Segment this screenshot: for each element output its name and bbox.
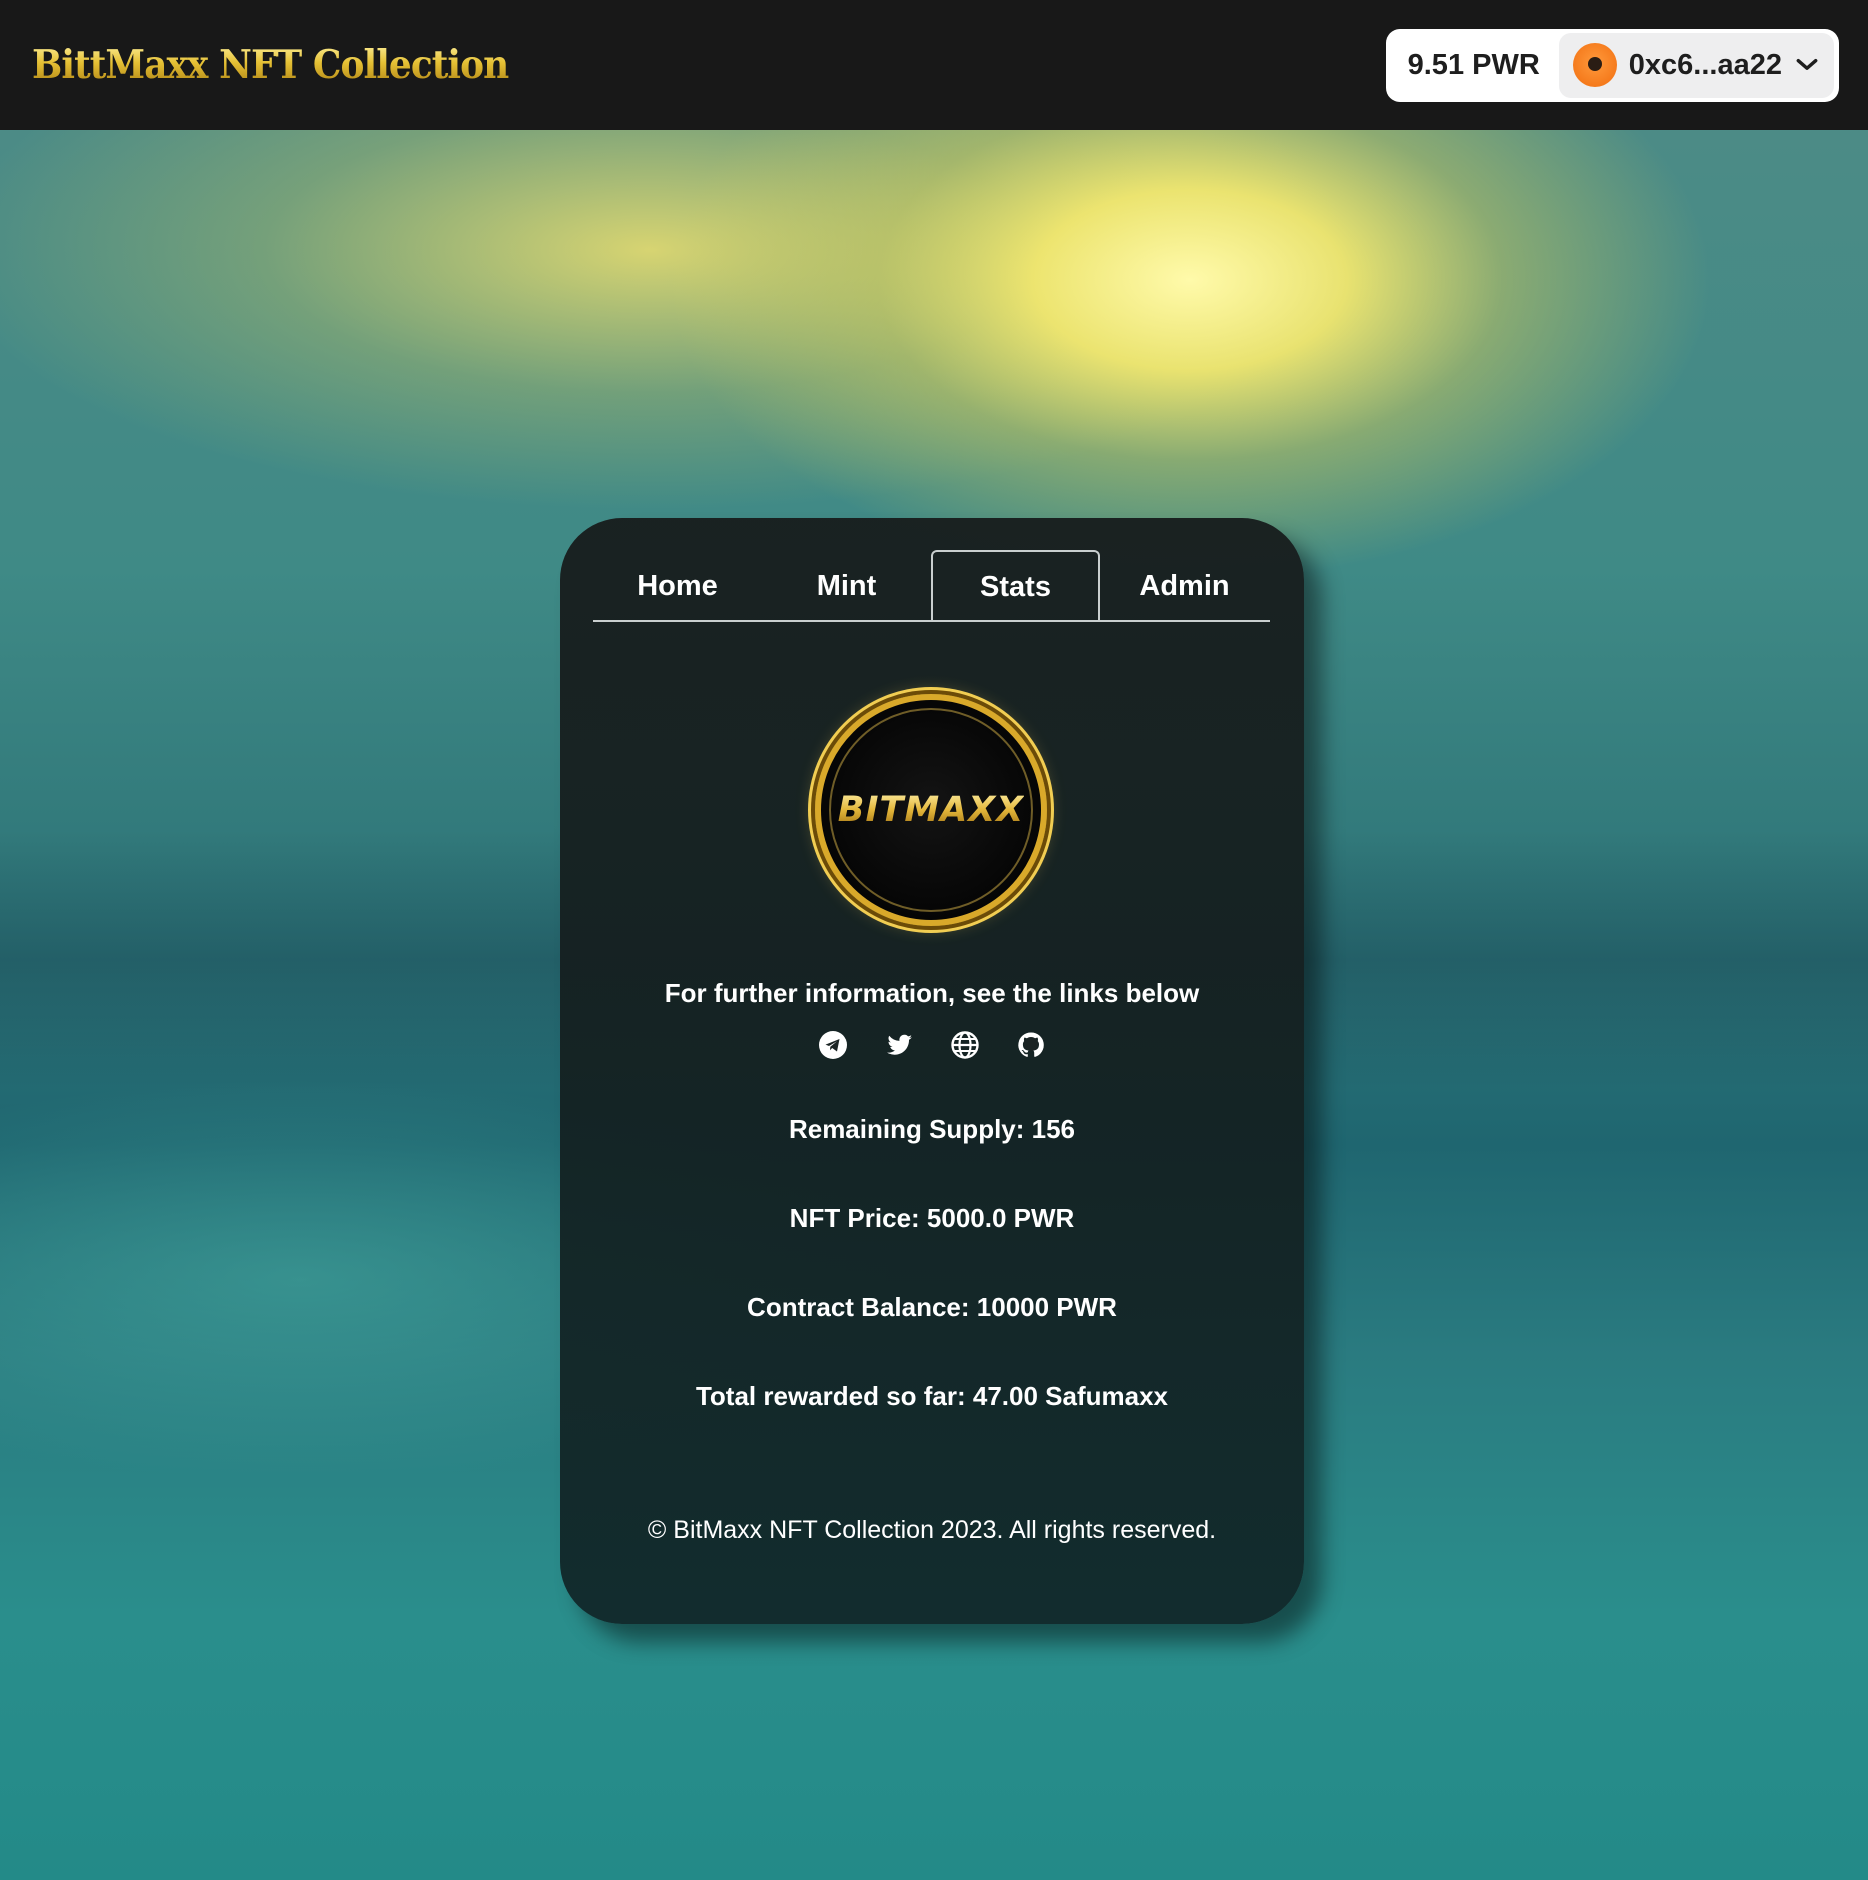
contract-balance: Contract Balance: 10000 PWR [747,1292,1117,1322]
tab-bar: Home Mint Stats Admin [593,550,1270,622]
total-rewarded: Total rewarded so far: 47.00 Safumaxx [695,1381,1169,1411]
site-logo[interactable]: BittMaxx NFT Collection [32,42,509,88]
remaining-supply: Remaining Supply: 156 [788,1114,1076,1144]
token-logo: BITMAXX [815,694,1047,926]
token-logo-text: BITMAXX [837,790,1025,830]
tab-admin[interactable]: Admin [1100,550,1269,622]
tab-mint[interactable]: Mint [762,550,931,622]
wallet-widget: 9.51 PWR 0xc6...aa22 [1385,28,1839,102]
app-header: BittMaxx NFT Collection 9.51 PWR 0xc6...… [0,0,1868,130]
twitter-icon[interactable] [884,1030,914,1060]
stats-card: Home Mint Stats Admin BITMAXX For furthe… [560,518,1304,1624]
social-links [560,1030,1304,1060]
github-icon[interactable] [1016,1030,1046,1060]
telegram-icon[interactable] [818,1030,848,1060]
copyright-footer: © BitMaxx NFT Collection 2023. All right… [647,1516,1217,1544]
nft-price: NFT Price: 5000.0 PWR [789,1203,1075,1233]
chevron-down-icon [1796,58,1818,70]
account-button[interactable]: 0xc6...aa22 [1558,32,1834,98]
globe-icon[interactable] [950,1030,980,1060]
tab-stats[interactable]: Stats [931,550,1100,622]
avatar [1572,43,1617,87]
wallet-address: 0xc6...aa22 [1628,48,1782,81]
wallet-balance[interactable]: 9.51 PWR [1386,49,1559,82]
tab-home[interactable]: Home [593,550,762,622]
info-text: For further information, see the links b… [664,978,1200,1008]
